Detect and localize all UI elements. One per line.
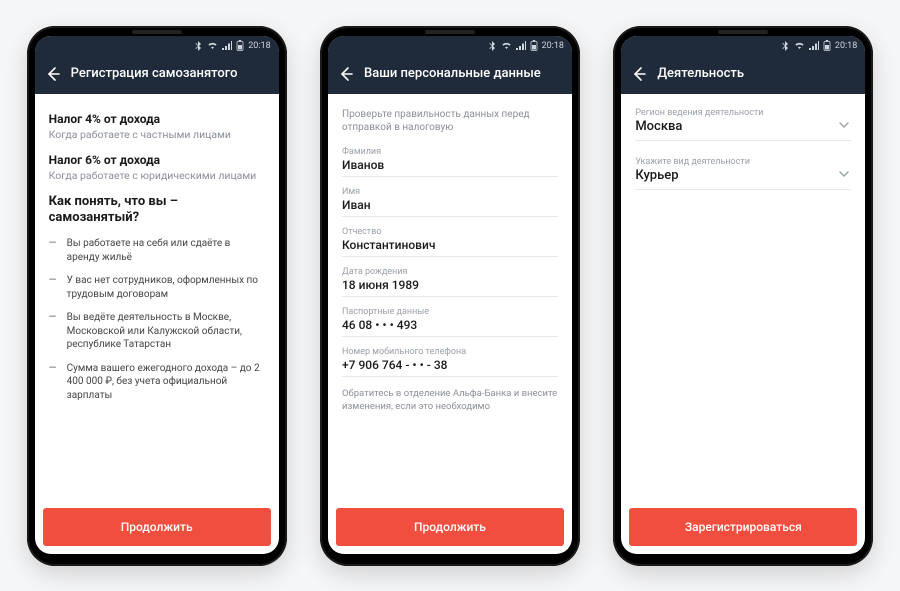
patronymic-field[interactable]: Отчество Константинович	[342, 227, 558, 257]
back-arrow-icon[interactable]	[45, 66, 61, 82]
app-bar: Деятельность	[621, 56, 865, 94]
list-item: Вы работаете на себя или сдаёте в аренду…	[49, 237, 265, 264]
register-button[interactable]: Зарегистрироваться	[629, 508, 857, 546]
field-label: Дата рождения	[342, 267, 558, 277]
wifi-icon	[794, 41, 805, 50]
bluetooth-icon	[489, 41, 497, 51]
list-item: У вас нет сотрудников, оформленных по тр…	[49, 274, 265, 301]
continue-button[interactable]: Продолжить	[336, 508, 564, 546]
signal-icon	[222, 41, 232, 50]
region-select[interactable]: Регион ведения деятельности Москва	[635, 108, 851, 141]
dob-field[interactable]: Дата рождения 18 июня 1989	[342, 267, 558, 297]
list-item: Сумма вашего ежегодного дохода – до 2 40…	[49, 362, 265, 403]
field-value: 18 июня 1989	[342, 278, 558, 292]
tax-6-subtext: Когда работаете с юридическими лицами	[49, 169, 265, 182]
tax-4-heading: Налог 4% от дохода	[49, 112, 265, 126]
screen-1: 20:18 Регистрация самозанятого Налог 4% …	[35, 36, 279, 554]
field-value: Константинович	[342, 238, 558, 252]
status-bar: 20:18	[35, 36, 279, 56]
battery-icon	[236, 40, 244, 51]
field-label: Отчество	[342, 227, 558, 237]
instruction-text: Проверьте правильность данных перед отпр…	[342, 108, 558, 135]
phone-mockup-2: 20:18 Ваши персональные данные Проверьте…	[320, 26, 580, 566]
field-value: Иван	[342, 198, 558, 212]
phone-mockup-1: 20:18 Регистрация самозанятого Налог 4% …	[27, 26, 287, 566]
app-bar-title: Деятельность	[657, 66, 744, 81]
phone-mockup-3: 20:18 Деятельность Регион ведения деятел…	[613, 26, 873, 566]
field-label: Фамилия	[342, 147, 558, 157]
app-bar: Ваши персональные данные	[328, 56, 572, 94]
field-label: Имя	[342, 187, 558, 197]
status-time: 20:18	[542, 41, 564, 51]
tax-6-heading: Налог 6% от дохода	[49, 153, 265, 167]
app-bar: Регистрация самозанятого	[35, 56, 279, 94]
phone-field[interactable]: Номер мобильного телефона +7 906 764 - •…	[342, 347, 558, 377]
select-label: Укажите вид деятельности	[635, 157, 851, 167]
surname-field[interactable]: Фамилия Иванов	[342, 147, 558, 177]
field-label: Номер мобильного телефона	[342, 347, 558, 357]
screen-3: 20:18 Деятельность Регион ведения деятел…	[621, 36, 865, 554]
select-label: Регион ведения деятельности	[635, 108, 851, 118]
passport-field[interactable]: Паспортные данные 46 08 • • • 493	[342, 307, 558, 337]
content-area: Регион ведения деятельности Москва Укажи…	[621, 94, 865, 500]
content-area: Проверьте правильность данных перед отпр…	[328, 94, 572, 500]
back-arrow-icon[interactable]	[338, 66, 354, 82]
field-value: +7 906 764 - • • - 38	[342, 358, 558, 372]
select-value: Курьер	[635, 168, 851, 183]
field-value: 46 08 • • • 493	[342, 318, 558, 332]
chevron-down-icon	[839, 120, 849, 130]
field-label: Паспортные данные	[342, 307, 558, 317]
list-item: Вы ведёте деятельность в Москве, Московс…	[49, 311, 265, 352]
name-field[interactable]: Имя Иван	[342, 187, 558, 217]
chevron-down-icon	[839, 169, 849, 179]
wifi-icon	[207, 41, 218, 50]
status-bar: 20:18	[328, 36, 572, 56]
criteria-list: Вы работаете на себя или сдаёте в аренду…	[49, 237, 265, 402]
status-bar: 20:18	[621, 36, 865, 56]
status-time: 20:18	[835, 41, 857, 51]
field-value: Иванов	[342, 158, 558, 172]
activity-select[interactable]: Укажите вид деятельности Курьер	[635, 157, 851, 190]
bank-note-text: Обратитесь в отделение Альфа-Банка и вне…	[342, 387, 558, 414]
signal-icon	[516, 41, 526, 50]
question-heading: Как понять, что вы – самозанятый?	[49, 194, 265, 228]
select-value: Москва	[635, 119, 851, 134]
app-bar-title: Ваши персональные данные	[364, 66, 541, 81]
screen-2: 20:18 Ваши персональные данные Проверьте…	[328, 36, 572, 554]
tax-4-subtext: Когда работаете с частными лицами	[49, 128, 265, 141]
bluetooth-icon	[195, 41, 203, 51]
wifi-icon	[501, 41, 512, 50]
battery-icon	[823, 40, 831, 51]
app-bar-title: Регистрация самозанятого	[71, 66, 238, 81]
bluetooth-icon	[782, 41, 790, 51]
back-arrow-icon[interactable]	[631, 66, 647, 82]
content-area: Налог 4% от дохода Когда работаете с час…	[35, 94, 279, 500]
signal-icon	[809, 41, 819, 50]
continue-button[interactable]: Продолжить	[43, 508, 271, 546]
battery-icon	[530, 40, 538, 51]
status-time: 20:18	[248, 41, 270, 51]
